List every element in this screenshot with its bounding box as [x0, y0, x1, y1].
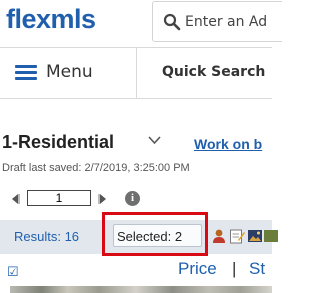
status-column-header[interactable]: St — [249, 259, 265, 279]
info-icon[interactable]: i — [125, 191, 140, 206]
work-on-link[interactable]: Work on b — [194, 136, 262, 152]
quick-search-button[interactable]: Quick Search — [137, 48, 272, 98]
column-separator: | — [232, 259, 237, 278]
next-page-icon[interactable] — [98, 193, 108, 205]
contact-icon[interactable] — [211, 228, 227, 244]
nav-divider-bottom — [0, 98, 272, 99]
search-title: 1-Residential — [2, 132, 115, 152]
menu-button[interactable]: Menu — [0, 48, 136, 98]
price-column-header[interactable]: Price — [178, 259, 217, 279]
page-number-input[interactable] — [27, 190, 91, 206]
flexmls-logo[interactable]: flexmls — [6, 4, 96, 35]
selected-highlight-annotation — [102, 212, 208, 256]
edit-note-icon[interactable] — [229, 228, 245, 244]
previous-page-icon[interactable] — [10, 193, 20, 205]
search-box[interactable] — [152, 1, 282, 42]
results-count[interactable]: Results: 16 — [14, 229, 79, 244]
search-input[interactable] — [185, 12, 275, 32]
quick-search-label: Quick Search — [162, 64, 266, 80]
hamburger-icon — [15, 65, 37, 81]
listing-photo-thumbnail[interactable] — [10, 286, 272, 293]
photo-gallery-icon[interactable] — [247, 228, 263, 244]
draft-saved-status: Draft last saved: 2/7/2019, 3:25:00 PM — [2, 162, 190, 174]
menu-label: Menu — [46, 62, 93, 82]
chevron-down-icon[interactable] — [148, 136, 161, 145]
export-icon[interactable] — [263, 228, 279, 244]
select-all-checkbox[interactable]: ☑ — [7, 264, 19, 280]
search-icon — [163, 13, 181, 31]
